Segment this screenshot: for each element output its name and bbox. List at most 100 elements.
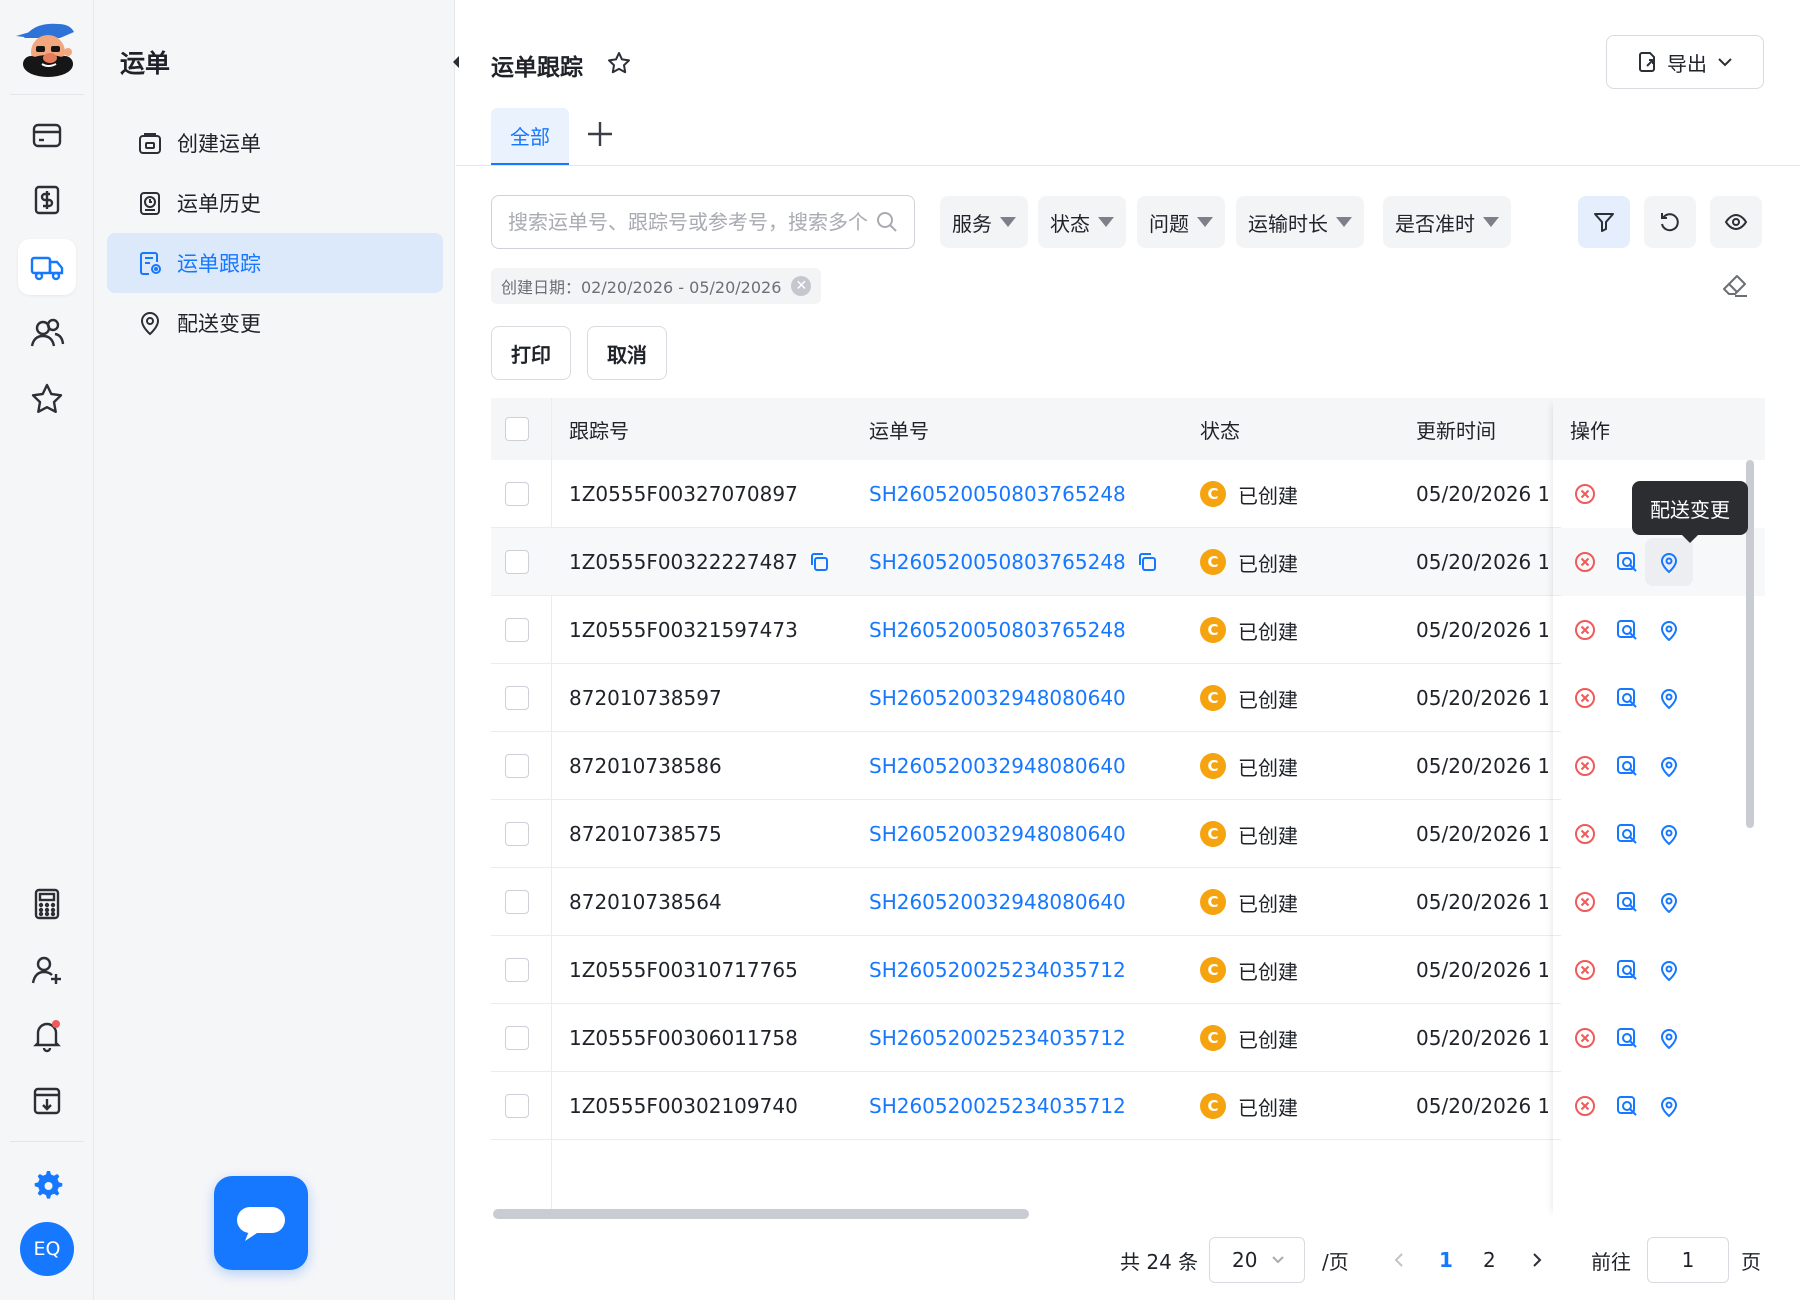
waybill-link[interactable]: SH260520050803765248 — [869, 482, 1126, 506]
favorite-star-icon[interactable] — [606, 50, 632, 76]
rail-notifications-button[interactable] — [18, 1007, 76, 1063]
page-number-2[interactable]: 2 — [1483, 1236, 1496, 1284]
goto-page-input[interactable]: 1 — [1647, 1237, 1729, 1283]
date-filter-chip: 创建日期：02/20/2026 - 05/20/2026 ✕ — [491, 268, 822, 304]
rail-settings-button[interactable] — [18, 1154, 76, 1210]
cancel-button[interactable]: 取消 — [587, 326, 667, 380]
star-icon — [31, 383, 63, 413]
chat-button[interactable] — [214, 1176, 308, 1270]
search-icon[interactable] — [876, 211, 898, 233]
waybill-cell: SH260520025234035712 — [869, 936, 1126, 1004]
rail-users-button[interactable] — [18, 305, 76, 361]
updated-time: 05/20/2026 11 — [1416, 482, 1548, 506]
status-text: 已创建 — [1238, 551, 1298, 576]
clear-date-filter-button[interactable]: ✕ — [791, 276, 812, 296]
updated-time: 05/20/2026 10 — [1416, 686, 1548, 710]
calculator-icon — [34, 888, 60, 920]
nav-item-shipment-tracking[interactable]: 运单跟踪 — [107, 233, 443, 293]
updated-time: 05/20/2026 10 — [1416, 1094, 1548, 1118]
copy-tracking-icon[interactable] — [808, 551, 830, 573]
row-checkbox[interactable] — [505, 686, 529, 710]
search-input[interactable] — [508, 210, 876, 234]
rail-billing-button[interactable] — [18, 172, 76, 228]
rail-invoice-button[interactable] — [18, 1073, 76, 1129]
truck-icon — [30, 256, 64, 281]
waybill-link[interactable]: SH260520050803765248 — [869, 618, 1126, 642]
waybill-link[interactable]: SH260520032948080640 — [869, 686, 1126, 710]
rail-favorites-button[interactable] — [18, 371, 76, 427]
tracking-cell: 872010738564 — [569, 868, 722, 936]
page-size-select[interactable]: 20 — [1209, 1237, 1305, 1283]
user-avatar[interactable]: EQ — [20, 1222, 74, 1276]
waybill-link[interactable]: SH260520032948080640 — [869, 822, 1126, 846]
eraser-icon[interactable] — [1721, 272, 1749, 300]
prev-page-button[interactable] — [1393, 1236, 1405, 1284]
column-header-tracking[interactable]: 跟踪号 — [569, 398, 629, 460]
copy-waybill-icon[interactable] — [1136, 551, 1158, 573]
column-header-waybill[interactable]: 运单号 — [869, 398, 929, 460]
row-checkbox[interactable] — [505, 550, 529, 574]
waybill-link[interactable]: SH260520032948080640 — [869, 890, 1126, 914]
row-select-cell — [505, 528, 529, 596]
row-checkbox[interactable] — [505, 958, 529, 982]
waybill-cell: SH260520050803765248 — [869, 460, 1126, 528]
tracking-number: 872010738597 — [569, 686, 722, 710]
row-checkbox[interactable] — [505, 482, 529, 506]
next-page-button[interactable] — [1531, 1236, 1543, 1284]
tab-divider — [456, 165, 1800, 166]
nav-item-delivery-change[interactable]: 配送变更 — [107, 293, 443, 353]
tracking-number: 1Z0555F00306011758 — [569, 1026, 798, 1050]
brand-logo[interactable] — [14, 18, 80, 78]
filter-service[interactable]: 服务 — [940, 196, 1028, 248]
filter-issue[interactable]: 问题 — [1137, 196, 1225, 248]
page-number-1[interactable]: 1 — [1439, 1236, 1453, 1284]
status-text: 已创建 — [1238, 755, 1298, 780]
advanced-filter-button[interactable] — [1578, 196, 1630, 248]
add-tab-button[interactable] — [583, 120, 617, 154]
tab-all[interactable]: 全部 — [491, 108, 569, 166]
waybill-link[interactable]: SH260520025234035712 — [869, 1094, 1126, 1118]
row-checkbox[interactable] — [505, 754, 529, 778]
row-checkbox[interactable] — [505, 1094, 529, 1118]
status-text: 已创建 — [1238, 687, 1298, 712]
status-cell: C 已创建 — [1200, 800, 1298, 868]
tracking-cell: 1Z0555F00321597473 — [569, 596, 798, 664]
tracking-number: 1Z0555F00310717765 — [569, 958, 798, 982]
filter-on-time[interactable]: 是否准时 — [1383, 196, 1511, 248]
column-header-status[interactable]: 状态 — [1200, 398, 1240, 460]
nav-item-shipment-history[interactable]: 运单历史 — [107, 173, 443, 233]
waybill-link[interactable]: SH260520025234035712 — [869, 958, 1126, 982]
select-all-checkbox[interactable] — [505, 417, 529, 441]
reset-button[interactable] — [1644, 196, 1696, 248]
column-visibility-button[interactable] — [1710, 196, 1762, 248]
rail-calculator-button[interactable] — [18, 876, 76, 932]
row-checkbox[interactable] — [505, 822, 529, 846]
column-header-updated[interactable]: 更新时间 — [1416, 398, 1496, 460]
row-checkbox[interactable] — [505, 1026, 529, 1050]
horizontal-scrollbar[interactable] — [493, 1209, 1029, 1219]
waybill-link[interactable]: SH260520050803765248 — [869, 550, 1126, 574]
waybill-cell: SH260520032948080640 — [869, 664, 1126, 732]
filter-transit-time[interactable]: 运输时长 — [1236, 196, 1364, 248]
location-pin-icon — [140, 312, 160, 336]
waybill-link[interactable]: SH260520025234035712 — [869, 1026, 1126, 1050]
row-select-cell — [505, 460, 529, 528]
nav-item-label: 运单跟踪 — [177, 252, 261, 276]
status-badge: C — [1200, 889, 1226, 915]
waybill-link[interactable]: SH260520032948080640 — [869, 754, 1126, 778]
rail-add-user-button[interactable] — [18, 942, 76, 998]
export-button[interactable]: 导出 — [1606, 35, 1764, 89]
print-button[interactable]: 打印 — [491, 326, 571, 380]
rail-wallet-button[interactable] — [18, 107, 76, 163]
filter-status[interactable]: 状态 — [1038, 196, 1126, 248]
search-box[interactable] — [491, 195, 915, 249]
row-checkbox[interactable] — [505, 890, 529, 914]
row-checkbox[interactable] — [505, 618, 529, 642]
row-select-cell — [505, 800, 529, 868]
nav-item-create-shipment[interactable]: 创建运单 — [107, 113, 443, 173]
tracking-cell: 872010738586 — [569, 732, 722, 800]
status-badge: C — [1200, 957, 1226, 983]
rail-shipment-button[interactable] — [18, 239, 76, 295]
status-badge: C — [1200, 1025, 1226, 1051]
status-cell: C 已创建 — [1200, 868, 1298, 936]
